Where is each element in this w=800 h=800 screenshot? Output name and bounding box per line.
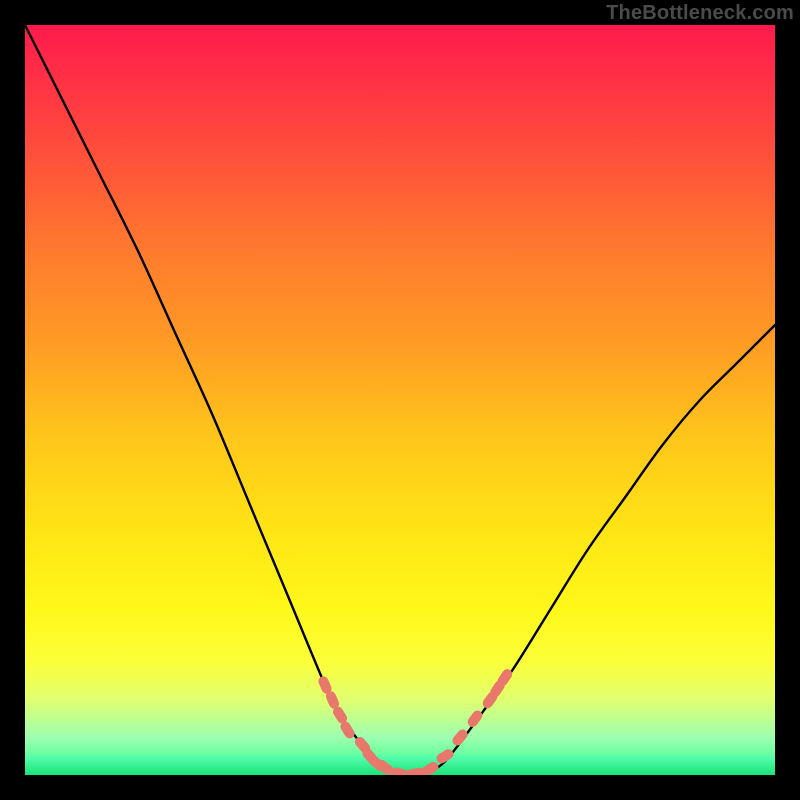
attribution-label: TheBottleneck.com [606, 2, 794, 25]
bottleneck-curve [25, 25, 775, 775]
valley-marker [450, 727, 469, 747]
valley-marker [420, 760, 441, 775]
valley-markers [317, 667, 514, 775]
chart-plot [25, 25, 775, 775]
bottleneck-curve-svg [25, 25, 775, 775]
curve-group [25, 25, 775, 775]
outer-frame: TheBottleneck.com [0, 0, 800, 800]
